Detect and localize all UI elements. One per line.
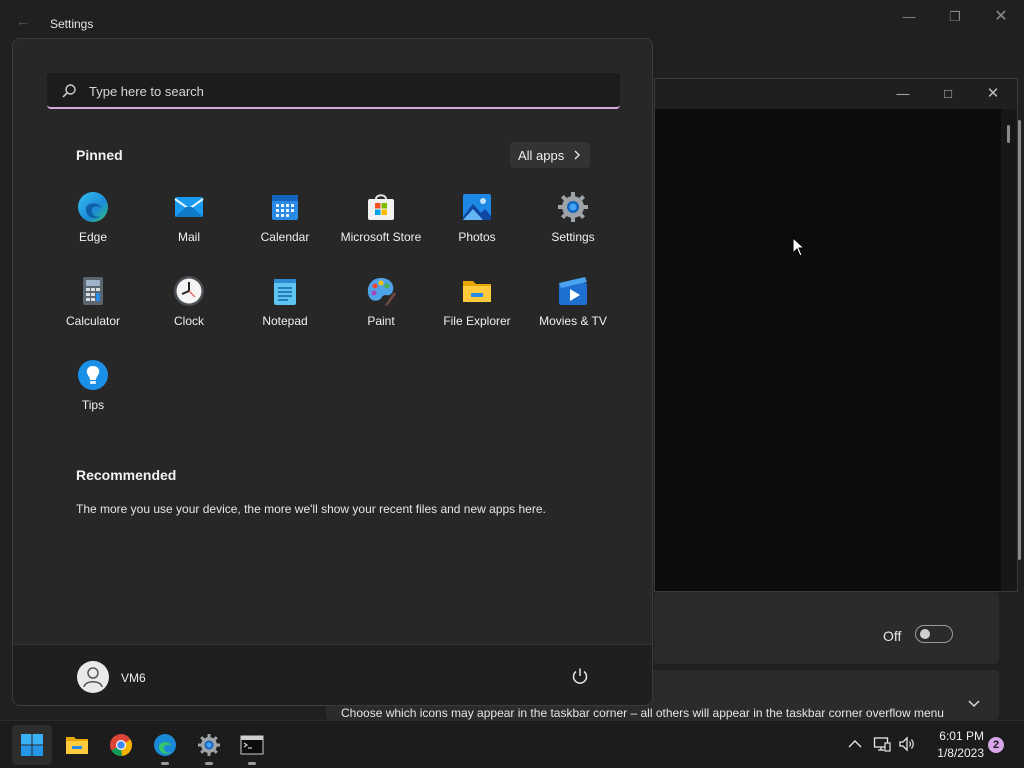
start-search-box[interactable] [47,73,620,109]
folder-icon [66,737,88,754]
app-label: Tips [81,398,105,412]
chevron-up-icon[interactable] [846,735,864,753]
close-button[interactable]: ✕ [986,8,1016,26]
search-icon [62,84,76,98]
app-label: Clock [173,314,204,328]
toggle-knob [920,629,930,639]
taskbar-edge[interactable] [145,725,185,765]
start-button[interactable] [12,725,52,765]
movies-icon [559,277,587,305]
gear-icon [558,192,588,222]
restore-button[interactable]: ❐ [940,8,970,26]
folder-icon [463,281,491,302]
user-icon [83,667,103,688]
console-scroll-thumb[interactable] [1007,125,1010,143]
pinned-app-edge[interactable]: Edge [45,191,141,261]
app-label: File Explorer [443,314,511,328]
app-label: Settings [551,230,595,244]
app-label: Calculator [65,314,121,328]
chrome-icon [110,734,133,757]
mouse-cursor-icon [792,237,806,257]
pinned-app-photos[interactable]: Photos [429,191,525,261]
edge-icon [154,734,176,756]
app-label: Calendar [260,230,310,244]
pinned-app-settings[interactable]: Settings [525,191,621,261]
user-name[interactable]: VM6 [121,671,146,685]
pinned-app-tips[interactable]: Tips [45,359,141,429]
app-label: Edge [78,230,108,244]
console-minimize-button[interactable]: — [893,86,913,102]
console-window[interactable]: — □ ✕ [654,78,1018,592]
console-titlebar[interactable]: — □ ✕ [655,79,1017,109]
toggle-state-label: Off [883,628,902,644]
taskbar-file-explorer[interactable] [57,725,97,765]
pinned-app-mail[interactable]: Mail [141,191,237,261]
overflow-description: Choose which icons may appear in the tas… [341,706,944,720]
console-maximize-button[interactable]: □ [938,86,958,102]
taskbar-settings[interactable] [189,725,229,765]
app-label: Photos [458,230,496,244]
app-label: Paint [367,314,395,328]
settings-scrollbar[interactable] [1018,120,1021,560]
app-label: Notepad [262,314,308,328]
clock-icon [174,276,204,306]
network-icon[interactable] [873,735,891,753]
pinned-app-clock[interactable]: Clock [141,275,237,345]
search-input[interactable] [89,81,589,101]
chevron-right-icon [574,150,580,160]
chevron-down-icon[interactable] [966,695,982,711]
pinned-app-calendar[interactable]: Calendar [237,191,333,261]
all-apps-label: All apps [518,148,565,163]
console-close-button[interactable]: ✕ [983,86,1003,102]
taskbar: 6:01 PM 1/8/2023 2 [0,720,1024,768]
console-scrollbar[interactable] [1001,109,1017,591]
back-arrow-icon[interactable]: ← [16,14,30,28]
paint-icon [367,278,396,306]
mail-icon [174,197,204,217]
volume-icon[interactable] [898,735,916,753]
terminal-icon [240,735,264,755]
pinned-title: Pinned [76,147,123,163]
store-icon [368,194,394,220]
clock-date[interactable]: 1/8/2023 [930,746,984,760]
calculator-icon [83,277,103,305]
pinned-app-calculator[interactable]: Calculator [45,275,141,345]
calendar-icon [272,195,298,220]
notepad-icon [274,279,296,305]
taskbar-terminal[interactable] [232,725,272,765]
pinned-app-movies-tv[interactable]: Movies & TV [525,275,621,345]
minimize-button[interactable]: — [894,8,924,26]
all-apps-button[interactable]: All apps [510,142,590,168]
clock-time[interactable]: 6:01 PM [930,729,984,743]
settings-titlebar: ← Settings — ❐ ✕ [0,0,1024,40]
avatar[interactable] [77,661,109,693]
recommended-title: Recommended [76,467,177,483]
app-label: Movies & TV [539,314,607,328]
running-indicator [205,762,213,765]
windows-logo-icon [21,734,43,756]
start-footer: VM6 [13,644,652,705]
app-label: Microsoft Store [340,230,422,244]
edge-icon [78,192,108,222]
power-icon[interactable] [571,667,589,685]
running-indicator [248,762,256,765]
running-indicator [161,762,169,765]
toggle-switch[interactable] [915,625,953,643]
taskbar-chrome[interactable] [101,725,141,765]
app-label: Mail [177,230,200,244]
settings-window-title: Settings [50,17,94,31]
pinned-app-file-explorer[interactable]: File Explorer [429,275,525,345]
photos-icon [463,194,491,220]
recommended-empty-text: The more you use your device, the more w… [76,502,546,516]
pinned-app-notepad[interactable]: Notepad [237,275,333,345]
notification-badge[interactable]: 2 [988,737,1004,753]
pinned-app-paint[interactable]: Paint [333,275,429,345]
pinned-app-microsoft-store[interactable]: Microsoft Store [333,191,429,261]
start-menu: Pinned All apps Edge Mail C [12,38,653,706]
lightbulb-icon [78,360,108,390]
gear-icon [198,734,220,756]
